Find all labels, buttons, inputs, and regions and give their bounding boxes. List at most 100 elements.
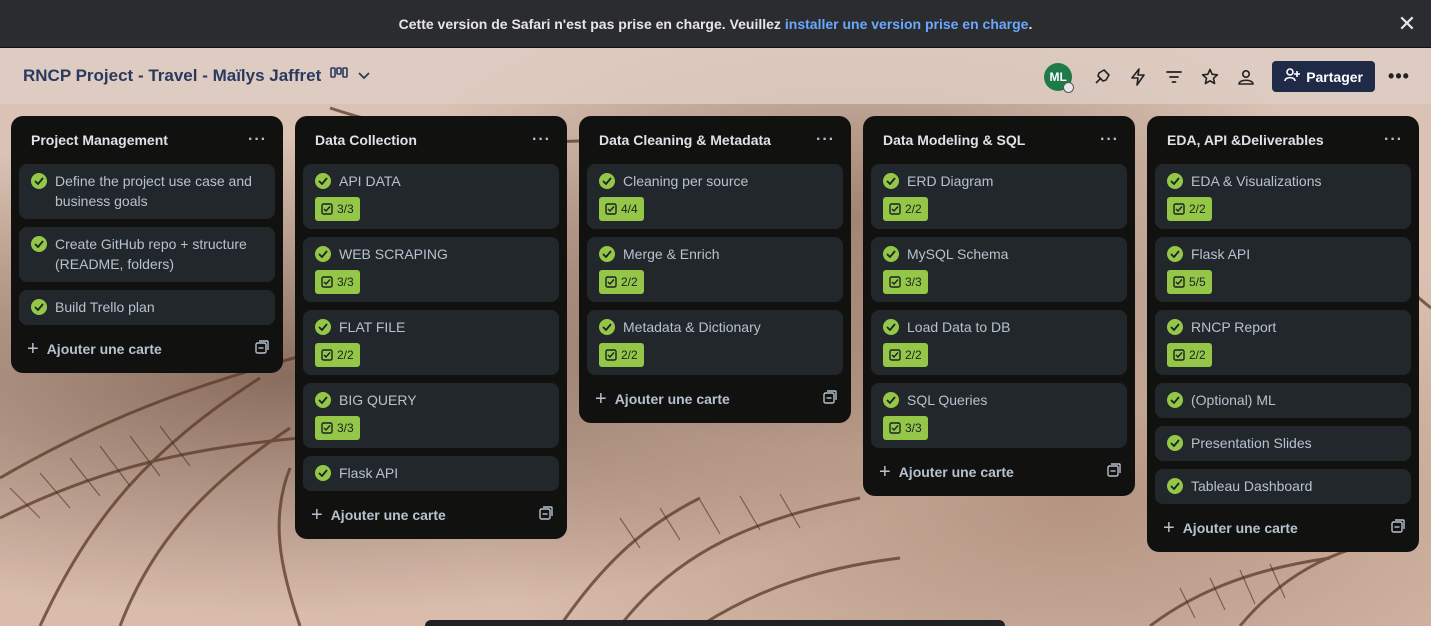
card[interactable]: (Optional) ML xyxy=(1155,383,1411,418)
filter-icon[interactable] xyxy=(1156,62,1192,92)
banner-suffix: . xyxy=(1028,15,1033,32)
card-title: ERD Diagram xyxy=(907,173,994,189)
card-title: MySQL Schema xyxy=(907,246,1009,262)
complete-check-icon[interactable] xyxy=(1167,246,1183,262)
checklist-badge: 2/2 xyxy=(599,343,644,367)
template-icon[interactable] xyxy=(1391,518,1405,538)
complete-check-icon[interactable] xyxy=(599,173,615,189)
complete-check-icon[interactable] xyxy=(315,392,331,408)
add-card-button[interactable]: + Ajouter une carte xyxy=(19,333,275,365)
complete-check-icon[interactable] xyxy=(1167,478,1183,494)
close-icon[interactable]: ✕ xyxy=(1397,13,1417,35)
share-button[interactable]: Partager xyxy=(1272,61,1375,92)
more-options-icon[interactable]: ••• xyxy=(1381,62,1417,92)
card[interactable]: EDA & Visualizations 2/2 xyxy=(1155,164,1411,229)
complete-check-icon[interactable] xyxy=(883,319,899,335)
checklist-icon xyxy=(889,349,901,361)
card[interactable]: Build Trello plan xyxy=(19,290,275,325)
card[interactable]: Tableau Dashboard xyxy=(1155,469,1411,504)
card[interactable]: Create GitHub repo + structure (README, … xyxy=(19,227,275,282)
list-menu-icon[interactable]: ··· xyxy=(1100,131,1119,149)
checklist-badge: 3/3 xyxy=(883,416,928,440)
list-menu-icon[interactable]: ··· xyxy=(248,131,267,149)
complete-check-icon[interactable] xyxy=(315,319,331,335)
card[interactable]: Flask API xyxy=(303,456,559,491)
complete-check-icon[interactable] xyxy=(31,299,47,315)
checklist-icon xyxy=(889,276,901,288)
complete-check-icon[interactable] xyxy=(1167,392,1183,408)
complete-check-icon[interactable] xyxy=(883,392,899,408)
card[interactable]: ERD Diagram 2/2 xyxy=(871,164,1127,229)
board-view-switcher[interactable] xyxy=(330,66,370,83)
checklist-badge: 3/3 xyxy=(315,270,360,294)
list-menu-icon[interactable]: ··· xyxy=(1384,131,1403,149)
complete-check-icon[interactable] xyxy=(315,246,331,262)
checklist-count: 3/3 xyxy=(337,421,354,435)
card-title: Presentation Slides xyxy=(1191,435,1312,451)
complete-check-icon[interactable] xyxy=(315,173,331,189)
complete-check-icon[interactable] xyxy=(31,173,47,189)
banner-text: Cette version de Safari n'est pas prise … xyxy=(398,15,781,32)
add-card-button[interactable]: + Ajouter une carte xyxy=(871,456,1127,488)
add-card-button[interactable]: + Ajouter une carte xyxy=(587,383,843,415)
complete-check-icon[interactable] xyxy=(1167,319,1183,335)
checklist-badge: 2/2 xyxy=(599,270,644,294)
card[interactable]: RNCP Report 2/2 xyxy=(1155,310,1411,375)
complete-check-icon[interactable] xyxy=(315,465,331,481)
board-header: RNCP Project - Travel - Maïlys Jaffret M… xyxy=(0,48,1431,104)
card[interactable]: API DATA 3/3 xyxy=(303,164,559,229)
card[interactable]: Metadata & Dictionary 2/2 xyxy=(587,310,843,375)
card-title: EDA & Visualizations xyxy=(1191,173,1322,189)
star-icon[interactable] xyxy=(1192,62,1228,92)
add-card-button[interactable]: + Ajouter une carte xyxy=(303,499,559,531)
complete-check-icon[interactable] xyxy=(31,236,47,252)
list-title[interactable]: Data Collection xyxy=(315,132,417,148)
checklist-count: 2/2 xyxy=(621,348,638,362)
checklist-icon xyxy=(605,349,617,361)
board-view-icon xyxy=(330,66,348,83)
list-project-management: Project Management ··· Define the projec… xyxy=(11,116,283,373)
template-icon[interactable] xyxy=(255,339,269,359)
complete-check-icon[interactable] xyxy=(883,246,899,262)
list-menu-icon[interactable]: ··· xyxy=(816,131,835,149)
card[interactable]: Define the project use case and business… xyxy=(19,164,275,219)
list-menu-icon[interactable]: ··· xyxy=(532,131,551,149)
plus-icon: + xyxy=(595,388,607,410)
card[interactable]: Presentation Slides xyxy=(1155,426,1411,461)
unsupported-browser-banner: Cette version de Safari n'est pas prise … xyxy=(0,0,1431,48)
avatar[interactable]: ML xyxy=(1044,62,1075,93)
list-title[interactable]: Project Management xyxy=(31,132,168,148)
power-ups-icon[interactable] xyxy=(1084,62,1120,92)
bottom-navigation-bar[interactable] xyxy=(425,620,1005,626)
card-title: Load Data to DB xyxy=(907,319,1011,335)
card[interactable]: Merge & Enrich 2/2 xyxy=(587,237,843,302)
list-data-collection: Data Collection ··· API DATA 3/3 WEB SCR… xyxy=(295,116,567,539)
complete-check-icon[interactable] xyxy=(599,319,615,335)
card-title: Flask API xyxy=(1191,246,1251,262)
card[interactable]: FLAT FILE 2/2 xyxy=(303,310,559,375)
board-title[interactable]: RNCP Project - Travel - Maïlys Jaffret xyxy=(23,66,321,86)
template-icon[interactable] xyxy=(823,389,837,409)
complete-check-icon[interactable] xyxy=(883,173,899,189)
checklist-badge: 4/4 xyxy=(599,197,644,221)
complete-check-icon[interactable] xyxy=(599,246,615,262)
card[interactable]: WEB SCRAPING 3/3 xyxy=(303,237,559,302)
card[interactable]: Cleaning per source 4/4 xyxy=(587,164,843,229)
template-icon[interactable] xyxy=(1107,462,1121,482)
card[interactable]: Flask API 5/5 xyxy=(1155,237,1411,302)
visibility-workspace-icon[interactable] xyxy=(1228,62,1264,92)
card[interactable]: BIG QUERY 3/3 xyxy=(303,383,559,448)
install-supported-version-link[interactable]: installer une version prise en charge xyxy=(785,16,1029,32)
complete-check-icon[interactable] xyxy=(1167,173,1183,189)
add-card-button[interactable]: + Ajouter une carte xyxy=(1155,512,1411,544)
list-title[interactable]: Data Cleaning & Metadata xyxy=(599,132,771,148)
complete-check-icon[interactable] xyxy=(1167,435,1183,451)
automation-icon[interactable] xyxy=(1120,62,1156,92)
share-label: Partager xyxy=(1306,68,1363,85)
template-icon[interactable] xyxy=(539,505,553,525)
card[interactable]: Load Data to DB 2/2 xyxy=(871,310,1127,375)
card[interactable]: MySQL Schema 3/3 xyxy=(871,237,1127,302)
card[interactable]: SQL Queries 3/3 xyxy=(871,383,1127,448)
list-title[interactable]: Data Modeling & SQL xyxy=(883,132,1025,148)
list-title[interactable]: EDA, API &Deliverables xyxy=(1167,132,1324,148)
